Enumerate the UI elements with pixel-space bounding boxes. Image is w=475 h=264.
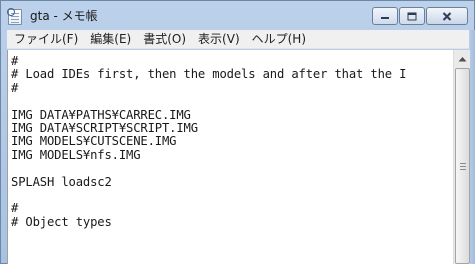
close-icon (442, 11, 452, 21)
minimize-button[interactable] (372, 7, 398, 25)
text-editor[interactable]: # # Load IDEs first, then the models and … (7, 50, 453, 264)
window-right-border (470, 30, 475, 264)
menu-view[interactable]: 表示(V) (192, 30, 246, 49)
editor-line: IMG DATA¥SCRIPT¥SCRIPT.IMG (11, 120, 198, 135)
menu-help[interactable]: ヘルプ(H) (246, 30, 312, 49)
maximize-icon (407, 12, 417, 20)
editor-line: # (11, 54, 19, 68)
scrollbar-thumb[interactable] (455, 68, 470, 264)
scroll-up-arrow-icon (458, 56, 467, 61)
editor-text: # # Load IDEs first, then the models and … (8, 50, 453, 229)
editor-line: IMG MODELS¥CUTSCENE.IMG (11, 134, 177, 149)
editor-line: IMG MODELS¥nfs.IMG (11, 147, 141, 162)
scroll-up-button[interactable] (454, 50, 471, 67)
editor-line: # Object types (11, 214, 112, 229)
menu-bar: ファイル(F) 編集(E) 書式(O) 表示(V) ヘルプ(H) (7, 30, 469, 49)
editor-line: # (11, 201, 19, 216)
window-title: gta - メモ帳 (30, 9, 98, 23)
maximize-button[interactable] (399, 7, 425, 25)
editor-line: SPLASH loadsc2 (11, 174, 112, 189)
notepad-window: gta - メモ帳 ファイル(F) 編集(E) 書式(O) 表示(V) ヘルプ(… (0, 0, 475, 264)
menu-format[interactable]: 書式(O) (137, 30, 192, 49)
vertical-scrollbar[interactable] (453, 50, 470, 264)
grip-icon (460, 163, 466, 170)
editor-line: # (11, 80, 19, 95)
editor-line: # Load IDEs first, then the models and a… (11, 67, 407, 82)
notepad-icon[interactable] (7, 8, 22, 25)
menu-edit[interactable]: 編集(E) (84, 30, 137, 49)
caption-buttons (371, 7, 468, 26)
minimize-icon (381, 17, 389, 19)
editor-line: IMG DATA¥PATHS¥CARREC.IMG (11, 107, 191, 122)
title-bar[interactable]: gta - メモ帳 (1, 1, 474, 30)
close-button[interactable] (426, 7, 468, 25)
menu-file[interactable]: ファイル(F) (7, 30, 84, 49)
